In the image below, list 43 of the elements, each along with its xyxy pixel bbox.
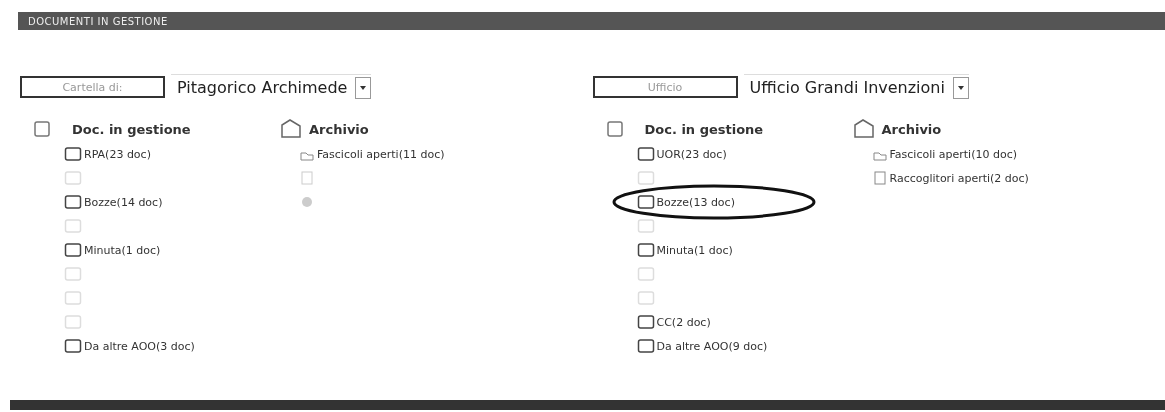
- binder-icon: [871, 170, 888, 186]
- archive-item[interactable]: Raccoglitori aperti(2 doc): [889, 171, 1029, 185]
- folder-icon: [64, 218, 82, 234]
- binder-icon: [299, 170, 315, 186]
- folder-label[interactable]: Da altre AOO(9 doc): [656, 339, 768, 353]
- collapse-icon[interactable]: [34, 121, 50, 137]
- caret-icon: [952, 76, 969, 99]
- folder-label[interactable]: Bozze(13 doc): [656, 195, 735, 209]
- owner-dropdown[interactable]: Pitagorico Archimede: [171, 73, 372, 101]
- folder-icon: [64, 242, 82, 258]
- folder-label[interactable]: RPA(23 doc): [84, 147, 151, 161]
- section-title: Archivio: [309, 121, 369, 137]
- archive-item[interactable]: Fascicoli aperti(11 doc): [317, 147, 445, 161]
- folder-icon: [64, 266, 82, 282]
- folder-icon: [636, 290, 655, 306]
- folder-icon: [64, 194, 82, 210]
- folder-icon: [636, 218, 655, 234]
- folder-icon: [636, 242, 655, 258]
- folder-label[interactable]: Minuta(1 doc): [84, 243, 161, 257]
- folder-label[interactable]: UOR(23 doc): [656, 147, 727, 161]
- section-title: Doc. in gestione: [72, 121, 191, 137]
- folder-icon: [64, 170, 82, 186]
- collapse-icon[interactable]: [606, 121, 623, 137]
- folder-icon: [636, 338, 655, 354]
- section-title: Doc. in gestione: [644, 121, 764, 137]
- folder-icon: [636, 314, 655, 330]
- folder-icon: [636, 146, 655, 162]
- folder-label[interactable]: Bozze(14 doc): [84, 195, 163, 209]
- caret-icon: [355, 76, 372, 99]
- section-title: Archivio: [881, 121, 942, 137]
- folder-label[interactable]: Minuta(1 doc): [656, 243, 733, 257]
- folder-icon: [64, 338, 82, 354]
- folder-icon: [64, 146, 82, 162]
- folder-icon: [64, 314, 82, 330]
- archive-item[interactable]: Fascicoli aperti(10 doc): [889, 147, 1017, 161]
- owner-dropdown[interactable]: Ufficio Grandi Invenzioni: [743, 73, 969, 101]
- folder-icon: [636, 266, 655, 282]
- folder-icon: [64, 290, 82, 306]
- folder-icon: [636, 194, 655, 210]
- folder-label[interactable]: CC(2 doc): [656, 315, 711, 329]
- folder-label[interactable]: Da altre AOO(3 doc): [84, 339, 195, 353]
- header-title: DOCUMENTI IN GESTIONE: [28, 15, 168, 27]
- folder-icon: [636, 170, 655, 186]
